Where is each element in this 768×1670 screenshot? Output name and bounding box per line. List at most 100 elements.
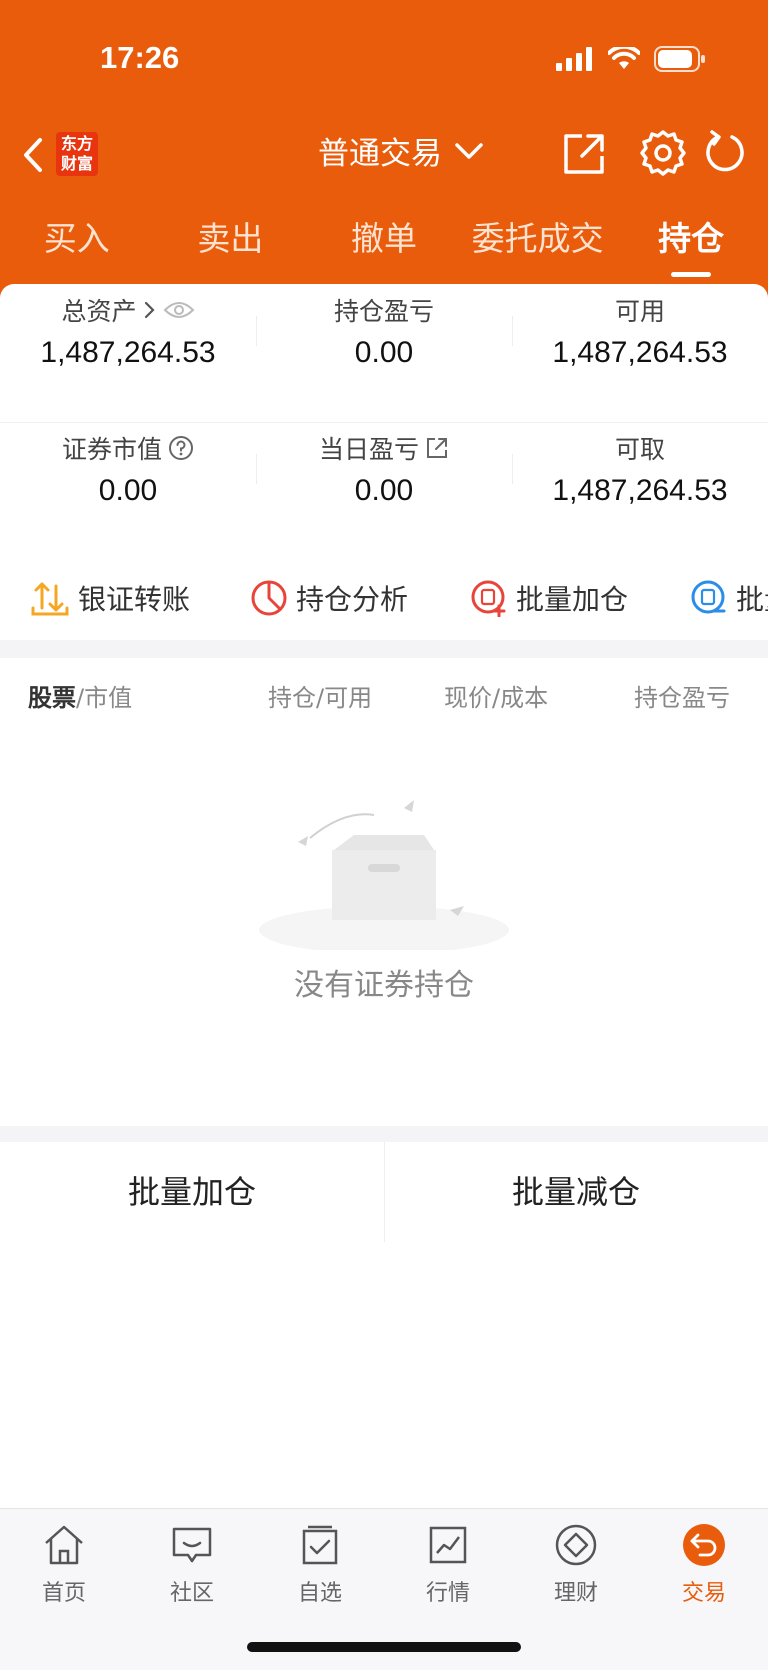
batch-reduce-icon [691,580,726,614]
withdrawable: 可取 1,487,264.53 [512,430,768,508]
tabbar-market[interactable]: 行情 [398,1521,498,1607]
eye-icon[interactable] [163,299,195,321]
batch-add-button[interactable]: 批量加仓 [0,1142,384,1242]
tabbar-label: 行情 [425,1581,470,1606]
daily-pl-label: 当日盈亏 [318,435,419,464]
market-value-value: 0.00 [98,474,158,507]
quick-actions: 银证转账 持仓分析 批量加仓 批量 [0,570,768,630]
chevron-left-icon [24,138,42,172]
tab-sell[interactable]: 卖出 [154,212,308,272]
share-icon [564,134,604,174]
nav-row: 东方 财富 普通交易 [0,120,768,190]
position-analysis-action[interactable]: 持仓分析 [250,578,408,618]
tabbar-label: 社区 [169,1581,214,1606]
page-title: 普通交易 [318,135,442,172]
tab-buy-label: 买入 [43,219,110,258]
logo-line1: 东方 [60,134,93,153]
positions-table-header: 股票/市值 持仓/可用 现价/成本 持仓盈亏 [0,658,768,724]
tab-orders-label: 委托成交 [471,219,604,258]
trade-tabs: 买入 卖出 撤单 委托成交 持仓 [0,212,768,277]
batch-reduce-button[interactable]: 批量减仓 [384,1142,768,1242]
account-type-selector[interactable]: 普通交易 [318,120,486,180]
tab-positions[interactable]: 持仓 [614,212,768,277]
community-icon [172,1527,212,1563]
position-pl-value: 0.00 [354,336,414,369]
help-icon[interactable] [168,435,194,461]
trade-icon [683,1524,725,1566]
divider [512,316,513,346]
tabbar-wealth[interactable]: 理财 [526,1521,626,1607]
col-holding-header[interactable]: 持仓/可用 [268,678,372,713]
transfer-icon [31,582,69,616]
empty-state-text: 没有证券持仓 [294,968,474,1003]
watchlist-icon [302,1525,338,1565]
quick-action-label: 批量加仓 [516,583,629,616]
refresh-icon [706,130,744,172]
tab-cancel[interactable]: 撤单 [307,212,461,272]
external-link-icon [427,438,447,458]
batch-reduce-action[interactable]: 批量 [690,578,768,618]
tab-orders[interactable]: 委托成交 [461,212,615,272]
tabbar-home[interactable]: 首页 [14,1521,114,1607]
summary-row-2: 证券市值 0.00 当日盈亏 0.00 可取 1,487,264.53 [0,430,768,508]
signal-icon [556,47,592,71]
col-stock-header[interactable]: 股票/市值 [28,678,132,713]
col-pl-header[interactable]: 持仓盈亏 [634,678,734,713]
tabbar-community[interactable]: 社区 [142,1521,242,1607]
total-assets-label: 总资产 [61,297,137,326]
batch-add-action[interactable]: 批量加仓 [470,578,628,618]
position-pl-label: 持仓盈亏 [333,297,434,326]
status-icons [556,46,706,72]
quick-action-label: 银证转账 [78,583,191,616]
tab-buy[interactable]: 买入 [0,212,154,272]
status-bar: 17:26 [0,0,768,120]
available-funds: 可用 1,487,264.53 [512,292,768,370]
tabbar-label: 理财 [553,1581,598,1606]
market-value-label: 证券市值 [61,435,162,464]
tabbar-trade[interactable]: 交易 [654,1521,754,1607]
quick-action-label: 持仓分析 [296,583,409,616]
col-stock-main: 股票 [28,684,76,712]
market-icon [429,1526,467,1564]
app-header: 17:26 东方 财富 普通交易 买入 卖出 撤单 委托成交 持仓 [0,0,768,300]
total-assets[interactable]: 总资产 1,487,264.53 [0,292,256,370]
gear-icon [640,130,686,176]
wealth-icon [555,1524,597,1566]
withdrawable-label: 可取 [614,435,665,464]
tabbar-watchlist[interactable]: 自选 [270,1521,370,1607]
section-gap [0,640,768,658]
market-value: 证券市值 0.00 [0,430,256,508]
chevron-down-icon [455,143,483,159]
tab-positions-label: 持仓 [658,219,725,258]
bank-transfer-action[interactable]: 银证转账 [30,578,190,618]
withdrawable-value: 1,487,264.53 [552,474,728,507]
divider [0,422,768,423]
pie-chart-icon [251,580,287,616]
settings-button[interactable] [638,128,688,178]
tabbar-label: 首页 [41,1581,86,1606]
tabbar-label: 交易 [681,1581,726,1606]
share-button[interactable] [560,130,608,178]
tab-sell-label: 卖出 [197,219,264,258]
summary-row-1: 总资产 1,487,264.53 持仓盈亏 0.00 可用 1,487,264.… [0,292,768,370]
col-price-header[interactable]: 现价/成本 [444,678,548,713]
empty-box-illustration [259,800,509,950]
active-tab-indicator [671,272,712,277]
chevron-right-icon [144,301,155,319]
daily-pl[interactable]: 当日盈亏 0.00 [256,430,512,508]
status-time: 17:26 [100,40,180,75]
battery-icon [654,46,705,72]
col-stock-sub: /市值 [76,684,133,712]
divider [256,454,257,484]
wifi-icon [608,47,640,69]
available-label: 可用 [614,297,665,326]
quick-action-label: 批量 [736,583,768,616]
refresh-button[interactable] [702,128,748,178]
brand-logo: 东方 财富 [56,132,98,176]
tab-cancel-label: 撤单 [350,219,417,258]
home-indicator[interactable] [247,1642,521,1652]
total-assets-value: 1,487,264.53 [40,336,216,369]
available-value: 1,487,264.53 [552,336,728,369]
divider [384,1142,385,1242]
back-button[interactable] [14,130,54,180]
